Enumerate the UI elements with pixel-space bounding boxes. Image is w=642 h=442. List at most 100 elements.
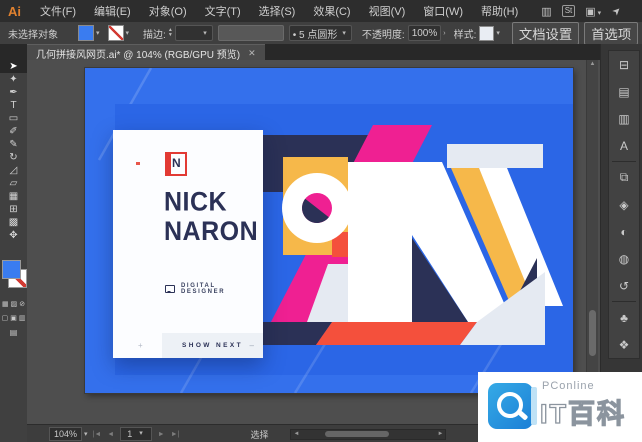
zoom-level-field[interactable]: 104% bbox=[49, 427, 82, 441]
tool-selection[interactable]: ➤ bbox=[0, 60, 27, 73]
stroke-swatch[interactable] bbox=[108, 25, 124, 41]
selection-status: 未选择对象 bbox=[8, 26, 58, 41]
panel-layers[interactable]: ◈ bbox=[609, 191, 639, 218]
draw-normal-icon[interactable]: ▢ bbox=[2, 314, 9, 322]
tools-panel: ➤ ✦ ✒ T ▭ ✐ ✎ ↻ ◿ ▱ ▦ ⊞ ▩ ✥ ▦ ▨ ⊘ ▢ ▣ ▥ … bbox=[0, 60, 28, 442]
next-artboard-icon[interactable]: ► bbox=[158, 431, 165, 438]
menu-file[interactable]: 文件(F) bbox=[31, 3, 85, 19]
show-next-button[interactable]: SHOW NEXT – bbox=[162, 333, 263, 358]
watermark-title: IT百科 bbox=[540, 392, 626, 431]
panel-symbols[interactable]: ↺ bbox=[609, 272, 639, 299]
profile-card: N NICK NARON DIGITAL DESIGNER + SHOW NEX… bbox=[113, 130, 263, 358]
tool-paintbrush[interactable]: ✐ bbox=[0, 125, 27, 138]
tab-bar: 几何拼接风网页.ai* @ 104% (RGB/GPU 预览) ✕ bbox=[0, 44, 600, 60]
opacity-field[interactable]: 100% bbox=[408, 25, 442, 41]
panel-color-guide[interactable]: ▥ bbox=[609, 105, 639, 132]
opacity-expand-icon[interactable]: › bbox=[443, 30, 445, 37]
menu-select[interactable]: 选择(S) bbox=[250, 3, 305, 19]
tool-direct-selection[interactable]: ✦ bbox=[0, 73, 27, 86]
width-profile-dropdown[interactable] bbox=[218, 25, 284, 41]
menu-window[interactable]: 窗口(W) bbox=[414, 3, 472, 19]
layout-switch-icon[interactable]: ▣▾ bbox=[585, 5, 603, 18]
panel-dock: ⊟ ▤ ▥ A ⧉ ◈ ◐ ◍ ↺ ♣ ❖ bbox=[600, 44, 642, 424]
document-tab[interactable]: 几何拼接风网页.ai* @ 104% (RGB/GPU 预览) ✕ bbox=[27, 44, 265, 61]
screen-mode-row: ▤ bbox=[0, 328, 27, 337]
tool-scale[interactable]: ◿ bbox=[0, 164, 27, 177]
tab-close-icon[interactable]: ✕ bbox=[248, 48, 256, 59]
vertical-scroll-thumb[interactable] bbox=[589, 310, 596, 356]
red-bottom-strip bbox=[316, 322, 477, 345]
menu-bar: Ai 文件(F) 编辑(E) 对象(O) 文字(T) 选择(S) 效果(C) 视… bbox=[0, 0, 642, 23]
panel-color[interactable]: ▤ bbox=[609, 78, 639, 105]
vertical-scrollbar[interactable]: ▲ bbox=[586, 60, 598, 424]
scroll-up-icon[interactable]: ▲ bbox=[587, 61, 598, 67]
style-label: 样式: bbox=[454, 26, 477, 41]
style-swatch[interactable] bbox=[479, 26, 494, 41]
tool-rotate[interactable]: ↻ bbox=[0, 151, 27, 164]
magnifier-handle bbox=[518, 410, 529, 420]
panel-transparency[interactable]: ◍ bbox=[609, 245, 639, 272]
menu-object[interactable]: 对象(O) bbox=[140, 3, 196, 19]
first-artboard-icon[interactable]: |◄ bbox=[93, 431, 102, 438]
none-icon[interactable]: ⊘ bbox=[19, 300, 25, 308]
prev-artboard-icon[interactable]: ◄ bbox=[107, 431, 114, 438]
chat-icon bbox=[165, 285, 175, 293]
panel-gradient[interactable]: ◐ bbox=[609, 218, 639, 245]
document-title: 几何拼接风网页.ai* @ 104% (RGB/GPU 预览) bbox=[36, 46, 240, 61]
panel-brushes[interactable]: ♣ bbox=[609, 304, 639, 331]
draw-behind-icon[interactable]: ▣ bbox=[10, 314, 17, 322]
color-icon[interactable]: ▦ bbox=[2, 300, 9, 308]
tool-perspective-grid[interactable]: ▦ bbox=[0, 190, 27, 203]
stroke-weight-dropdown[interactable]: ▾ bbox=[175, 25, 213, 41]
scroll-right-icon[interactable]: ► bbox=[438, 431, 444, 437]
menu-effect[interactable]: 效果(C) bbox=[304, 3, 359, 19]
scroll-left-icon[interactable]: ◄ bbox=[293, 431, 299, 437]
panel-libraries[interactable]: ⊟ bbox=[609, 51, 639, 78]
dock-separator bbox=[612, 301, 636, 302]
role-text: DIGITAL DESIGNER bbox=[181, 283, 263, 295]
screen-mode-icon[interactable]: ▤ bbox=[10, 328, 18, 337]
menu-help[interactable]: 帮助(H) bbox=[472, 3, 527, 19]
horizontal-scroll-thumb[interactable] bbox=[325, 431, 389, 437]
menu-edit[interactable]: 编辑(E) bbox=[85, 3, 140, 19]
tool-type[interactable]: T bbox=[0, 99, 27, 112]
toolbar-fill-swatch[interactable] bbox=[2, 260, 21, 279]
tool-free-transform[interactable]: ▱ bbox=[0, 177, 27, 190]
artboard-number-field[interactable]: 1▾ bbox=[120, 427, 152, 441]
stroke-weight-stepper[interactable]: ▲▼ bbox=[168, 28, 173, 38]
canvas-area[interactable]: N NICK NARON DIGITAL DESIGNER + SHOW NEX… bbox=[27, 60, 600, 424]
tool-rectangle[interactable]: ▭ bbox=[0, 112, 27, 125]
app-logo[interactable]: Ai bbox=[8, 4, 21, 19]
horizontal-scrollbar[interactable]: ◄ ► bbox=[290, 429, 446, 440]
panel-character[interactable]: A bbox=[609, 132, 639, 159]
draw-inside-icon[interactable]: ▥ bbox=[19, 314, 26, 322]
style-picker[interactable]: ▾ bbox=[479, 26, 502, 41]
tool-gradient[interactable]: ▩ bbox=[0, 216, 27, 229]
last-artboard-icon[interactable]: ►| bbox=[171, 431, 180, 438]
menu-view[interactable]: 视图(V) bbox=[360, 3, 415, 19]
stroke-label: 描边: bbox=[143, 26, 166, 41]
tool-pencil[interactable]: ✎ bbox=[0, 138, 27, 151]
fill-color-picker[interactable]: ▾ bbox=[78, 25, 102, 41]
tool-pen[interactable]: ✒ bbox=[0, 86, 27, 99]
stroke-color-picker[interactable]: ▾ bbox=[108, 25, 132, 41]
menu-type[interactable]: 文字(T) bbox=[196, 3, 250, 19]
tool-mesh[interactable]: ⊞ bbox=[0, 203, 27, 216]
designer-name: NICK NARON bbox=[164, 188, 258, 246]
minus-mark: – bbox=[250, 341, 254, 350]
designer-role: DIGITAL DESIGNER bbox=[165, 283, 263, 295]
arrange-documents-icon[interactable]: ▥ bbox=[541, 5, 551, 18]
document-setup-button[interactable]: 文档设置 bbox=[512, 22, 579, 45]
gradient-icon[interactable]: ▨ bbox=[11, 300, 18, 308]
panel-artboards[interactable]: ⧉ bbox=[609, 164, 639, 191]
adobe-stock-icon[interactable]: St bbox=[562, 5, 576, 17]
gpu-performance-icon[interactable]: ➤ bbox=[611, 4, 625, 18]
brush-definition-dropdown[interactable]: • 5 点圆形▾ bbox=[289, 25, 352, 41]
fill-swatch[interactable] bbox=[78, 25, 94, 41]
name-line-1: NICK bbox=[164, 188, 258, 217]
tool-hand[interactable]: ✥ bbox=[0, 229, 27, 242]
panel-asset-export[interactable]: ❖ bbox=[609, 331, 639, 358]
zoom-dropdown-icon[interactable]: ▾ bbox=[84, 430, 88, 438]
preferences-button[interactable]: 首选项 bbox=[584, 22, 638, 45]
options-bar: 未选择对象 ▾ ▾ 描边: ▲▼ ▾ • 5 点圆形▾ 不透明度: 100% ›… bbox=[0, 22, 642, 45]
